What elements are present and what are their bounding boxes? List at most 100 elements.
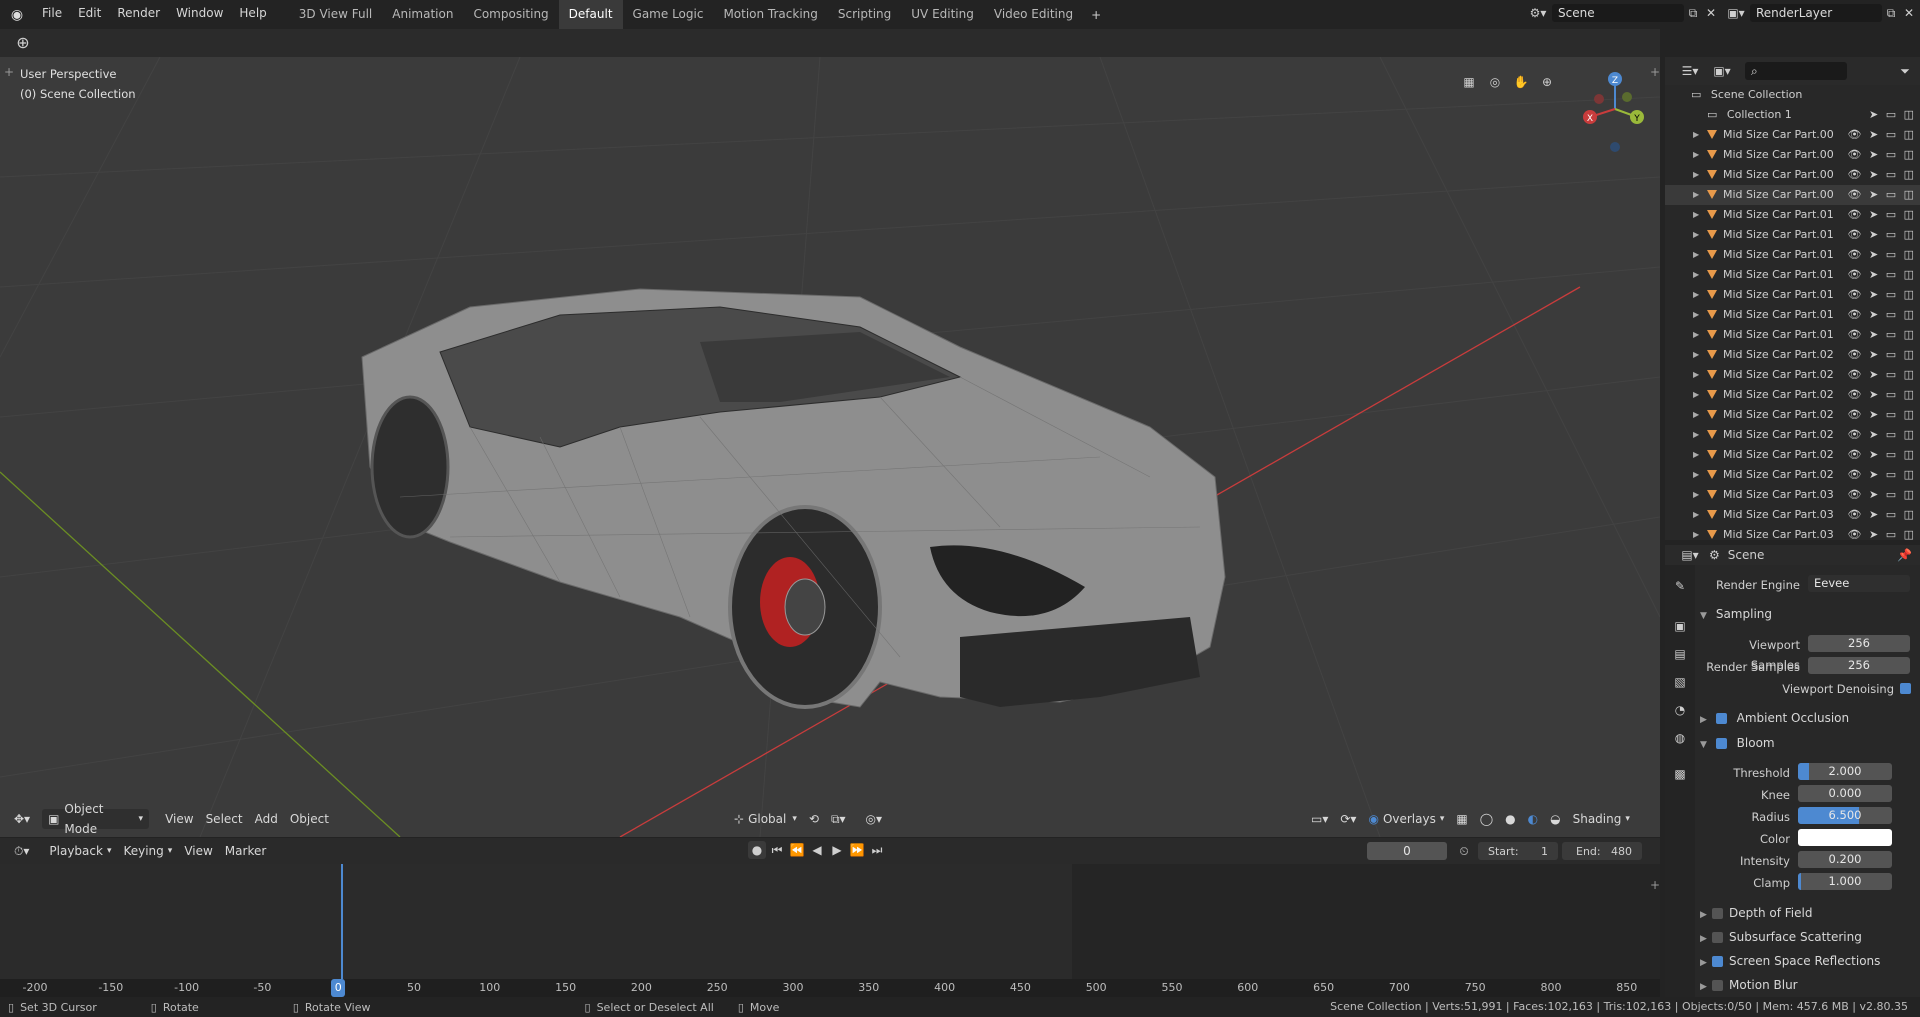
sampling-panel-header[interactable]: ▼ Sampling bbox=[1700, 604, 1772, 624]
expand-arrow-icon[interactable]: ▶ bbox=[1693, 185, 1699, 205]
xray-toggle-icon[interactable]: ▦ bbox=[1450, 809, 1473, 829]
renderlayer-icon[interactable]: ▣▾ bbox=[1722, 4, 1750, 22]
outliner-object-row[interactable]: ▶ Mid Size Car Part.03 👁 ➤ ▭ ◫ bbox=[1665, 505, 1920, 525]
end-frame-field[interactable]: End: 480 bbox=[1562, 842, 1642, 860]
transform-tool-icon[interactable]: ⊕ bbox=[14, 34, 32, 52]
expand-arrow-icon[interactable]: ▶ bbox=[1693, 325, 1699, 345]
outliner-object-row[interactable]: ▶ Mid Size Car Part.02 👁 ➤ ▭ ◫ bbox=[1665, 365, 1920, 385]
display-mode-icon[interactable]: ▣▾ bbox=[1709, 62, 1735, 80]
jump-end-icon[interactable]: ⏭ bbox=[868, 841, 886, 859]
panel-header-screen-space-reflections[interactable]: ▶ Screen Space Reflections bbox=[1700, 951, 1880, 971]
expand-arrow-icon[interactable]: ▶ bbox=[1693, 505, 1699, 525]
menu-file[interactable]: File bbox=[34, 0, 70, 29]
visibility-toggles[interactable]: 👁 ➤ ▭ ◫ bbox=[1848, 145, 1916, 165]
view-object-types-icon[interactable]: ▭▾ bbox=[1305, 809, 1334, 829]
expand-arrow-icon[interactable]: ▶ bbox=[1693, 525, 1699, 540]
expand-arrow-icon[interactable]: ▶ bbox=[1693, 305, 1699, 325]
viewport-menu-view[interactable]: View bbox=[159, 809, 199, 829]
expand-arrow-icon[interactable]: ▶ bbox=[1693, 485, 1699, 505]
ambient-occlusion-panel-header[interactable]: ▶ Ambient Occlusion bbox=[1700, 708, 1849, 728]
start-frame-field[interactable]: Start: 1 bbox=[1478, 842, 1558, 860]
ambient-occlusion-checkbox[interactable] bbox=[1715, 713, 1727, 724]
expand-arrow-icon[interactable]: ▶ bbox=[1693, 345, 1699, 365]
visibility-toggles[interactable]: 👁 ➤ ▭ ◫ bbox=[1848, 345, 1916, 365]
clamp-slider[interactable]: 1.000 bbox=[1798, 873, 1892, 890]
expand-arrow-icon[interactable]: ▶ bbox=[1693, 225, 1699, 245]
outliner-object-row[interactable]: ▶ Mid Size Car Part.00 👁 ➤ ▭ ◫ bbox=[1665, 185, 1920, 205]
outliner-object-row[interactable]: ▶ Mid Size Car Part.01 👁 ➤ ▭ ◫ bbox=[1665, 285, 1920, 305]
outliner-object-row[interactable]: ▶ Mid Size Car Part.01 👁 ➤ ▭ ◫ bbox=[1665, 245, 1920, 265]
expand-arrow-icon[interactable]: ▶ bbox=[1693, 265, 1699, 285]
editor-type-icon[interactable]: ✥▾ bbox=[8, 809, 36, 829]
camera-view-icon[interactable]: ◎ bbox=[1486, 73, 1504, 91]
radius-slider[interactable]: 6.500 bbox=[1798, 807, 1892, 824]
timeline-menu-keying[interactable]: Keying ▾ bbox=[117, 841, 178, 861]
navigation-gizmo[interactable]: Z Y X bbox=[1575, 67, 1655, 157]
menu-window[interactable]: Window bbox=[168, 0, 231, 29]
mode-selector[interactable]: ▣ Object Mode ▾ bbox=[42, 802, 150, 836]
gizmo-toggle-icon[interactable]: ⟳▾ bbox=[1334, 809, 1362, 829]
visibility-toggles[interactable]: 👁 ➤ ▭ ◫ bbox=[1848, 185, 1916, 205]
solid-shading-icon[interactable]: ● bbox=[1499, 809, 1521, 829]
visibility-toggles[interactable]: 👁 ➤ ▭ ◫ bbox=[1848, 485, 1916, 505]
visibility-toggles[interactable]: 👁 ➤ ▭ ◫ bbox=[1848, 445, 1916, 465]
pivot-icon[interactable]: ⟲ bbox=[803, 809, 825, 829]
outliner-object-row[interactable]: ▶ Mid Size Car Part.02 👁 ➤ ▭ ◫ bbox=[1665, 465, 1920, 485]
delete-renderlayer-icon[interactable]: ✕ bbox=[1900, 4, 1918, 22]
new-scene-icon[interactable]: ⧉ bbox=[1684, 4, 1702, 22]
outliner-search-input[interactable]: ⌕ bbox=[1745, 62, 1847, 80]
shading-dropdown[interactable]: Shading ▾ bbox=[1567, 809, 1636, 829]
renderlayer-name-field[interactable]: RenderLayer bbox=[1750, 4, 1882, 22]
expand-arrow-icon[interactable]: ▶ bbox=[1693, 285, 1699, 305]
threshold-slider[interactable]: 2.000 bbox=[1798, 763, 1892, 780]
panel-checkbox[interactable] bbox=[1712, 908, 1723, 919]
expand-arrow-icon[interactable]: ▶ bbox=[1693, 205, 1699, 225]
preview-range-icon[interactable]: ⏲ bbox=[1455, 842, 1473, 860]
current-frame-field[interactable]: 0 bbox=[1367, 842, 1447, 860]
timeline-editor-icon[interactable]: ⏱▾ bbox=[8, 841, 35, 861]
viewport-menu-object[interactable]: Object bbox=[284, 809, 335, 829]
scene-name-field[interactable]: Scene bbox=[1552, 4, 1684, 22]
tab-uv-editing[interactable]: UV Editing bbox=[901, 0, 984, 29]
visibility-toggles[interactable]: 👁 ➤ ▭ ◫ bbox=[1848, 405, 1916, 425]
tab-scripting[interactable]: Scripting bbox=[828, 0, 901, 29]
viewport-samples-field[interactable]: 256 bbox=[1808, 635, 1910, 652]
panel-checkbox[interactable] bbox=[1712, 956, 1723, 967]
panel-header-depth-of-field[interactable]: ▶ Depth of Field bbox=[1700, 903, 1812, 923]
outliner-object-row[interactable]: ▶ Mid Size Car Part.01 👁 ➤ ▭ ◫ bbox=[1665, 265, 1920, 285]
expand-arrow-icon[interactable]: ▶ bbox=[1693, 145, 1699, 165]
visibility-toggles[interactable]: 👁 ➤ ▭ ◫ bbox=[1848, 205, 1916, 225]
tab-animation[interactable]: Animation bbox=[382, 0, 463, 29]
expand-arrow-icon[interactable]: ▶ bbox=[1693, 425, 1699, 445]
expand-arrow-icon[interactable]: ▶ bbox=[1693, 445, 1699, 465]
timeline-menu-playback[interactable]: Playback ▾ bbox=[43, 841, 117, 861]
visibility-toggles[interactable]: 👁 ➤ ▭ ◫ bbox=[1848, 305, 1916, 325]
tab-video-editing[interactable]: Video Editing bbox=[984, 0, 1083, 29]
outliner-object-row[interactable]: ▶ Mid Size Car Part.00 👁 ➤ ▭ ◫ bbox=[1665, 165, 1920, 185]
timeline-area[interactable]: + bbox=[0, 864, 1660, 994]
viewport-menu-add[interactable]: Add bbox=[249, 809, 284, 829]
tool-tab-icon[interactable]: ✎ bbox=[1671, 577, 1689, 595]
visibility-toggles[interactable]: 👁 ➤ ▭ ◫ bbox=[1848, 505, 1916, 525]
play-reverse-icon[interactable]: ◀ bbox=[808, 841, 826, 859]
visibility-toggles[interactable]: 👁 ➤ ▭ ◫ bbox=[1848, 385, 1916, 405]
viewport-menu-select[interactable]: Select bbox=[200, 809, 249, 829]
timeline-menu-view[interactable]: View bbox=[178, 841, 218, 861]
outliner-object-row[interactable]: ▶ Mid Size Car Part.00 👁 ➤ ▭ ◫ bbox=[1665, 145, 1920, 165]
tab-compositing[interactable]: Compositing bbox=[463, 0, 558, 29]
outliner-object-row[interactable]: ▶ Mid Size Car Part.01 👁 ➤ ▭ ◫ bbox=[1665, 305, 1920, 325]
filter-icon[interactable]: ⏷ bbox=[1896, 62, 1914, 80]
bloom-checkbox[interactable] bbox=[1715, 738, 1727, 749]
visibility-toggles[interactable]: 👁 ➤ ▭ ◫ bbox=[1848, 425, 1916, 445]
prev-keyframe-icon[interactable]: ⏪ bbox=[788, 841, 806, 859]
delete-scene-icon[interactable]: ✕ bbox=[1702, 4, 1720, 22]
zoom-icon[interactable]: ⊕ bbox=[1538, 73, 1556, 91]
tab-default[interactable]: Default bbox=[558, 0, 623, 29]
pin-icon[interactable]: 📌 bbox=[1897, 548, 1912, 562]
visibility-toggles[interactable]: 👁 ➤ ▭ ◫ bbox=[1848, 265, 1916, 285]
outliner-object-row[interactable]: ▶ Mid Size Car Part.01 👁 ➤ ▭ ◫ bbox=[1665, 225, 1920, 245]
outliner-editor-icon[interactable]: ☰▾ bbox=[1677, 62, 1703, 80]
visibility-toggles[interactable]: 👁 ➤ ▭ ◫ bbox=[1848, 365, 1916, 385]
tab-game-logic[interactable]: Game Logic bbox=[623, 0, 714, 29]
world-tab-icon[interactable]: ◍ bbox=[1671, 729, 1689, 747]
